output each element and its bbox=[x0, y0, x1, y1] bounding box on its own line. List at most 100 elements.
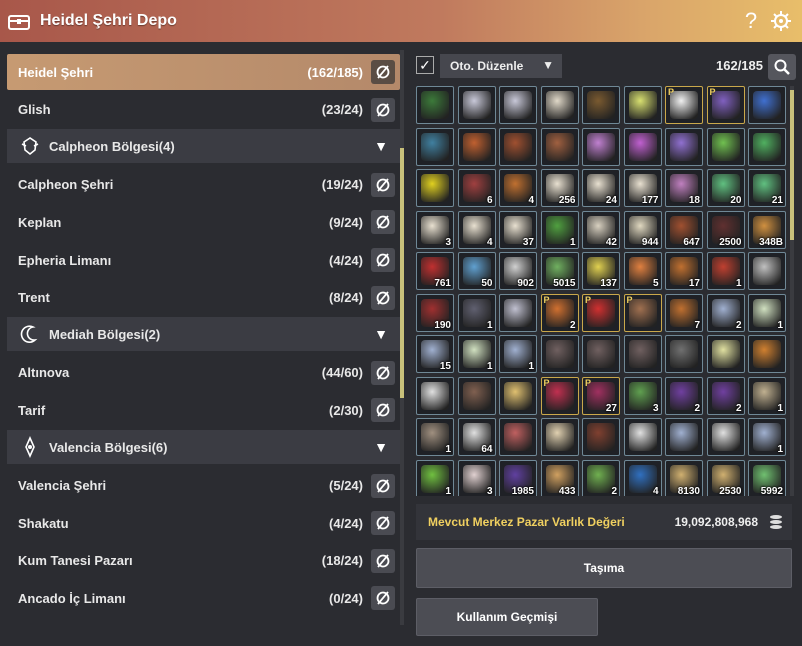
item-slot[interactable] bbox=[499, 376, 537, 415]
hide-toggle-button[interactable] bbox=[371, 473, 395, 498]
item-slot[interactable]: 2500 bbox=[706, 210, 745, 249]
item-slot[interactable]: 4 bbox=[623, 459, 662, 496]
item-slot[interactable]: 256 bbox=[540, 169, 579, 207]
item-slot[interactable]: 2 bbox=[706, 293, 745, 332]
item-slot[interactable] bbox=[540, 418, 579, 456]
item-slot[interactable] bbox=[748, 252, 786, 290]
item-slot[interactable]: 18 bbox=[665, 169, 703, 207]
item-slot[interactable]: 1 bbox=[416, 418, 454, 456]
item-slot[interactable]: 190 bbox=[416, 293, 454, 332]
location-item[interactable]: Kum Tanesi Pazarı (18/24) bbox=[7, 543, 400, 579]
location-item[interactable]: Shakatu (4/24) bbox=[7, 505, 400, 541]
item-slot[interactable] bbox=[623, 86, 662, 124]
hide-toggle-button[interactable] bbox=[371, 248, 395, 272]
item-slot[interactable]: 348B bbox=[748, 210, 786, 249]
hide-toggle-button[interactable] bbox=[371, 97, 395, 122]
item-slot[interactable]: 5015 bbox=[540, 252, 579, 290]
item-slot[interactable] bbox=[499, 293, 537, 332]
hide-toggle-button[interactable] bbox=[371, 60, 395, 84]
item-slot[interactable]: 3 bbox=[416, 210, 454, 249]
item-slot[interactable]: P bbox=[665, 86, 703, 124]
item-slot[interactable]: 24 bbox=[582, 169, 620, 207]
location-item[interactable]: Altınova (44/60) bbox=[7, 355, 400, 391]
item-slot[interactable]: 1 bbox=[748, 376, 786, 415]
collapse-arrow-icon[interactable]: ▼ bbox=[374, 138, 388, 154]
item-slot[interactable]: 2530 bbox=[706, 459, 745, 496]
item-slot[interactable]: 3 bbox=[457, 459, 496, 496]
item-slot[interactable] bbox=[623, 335, 662, 373]
item-slot[interactable]: 20 bbox=[706, 169, 745, 207]
item-slot[interactable]: 1 bbox=[748, 293, 786, 332]
item-slot[interactable]: P2 bbox=[540, 293, 579, 332]
location-item[interactable]: Glish (23/24) bbox=[7, 92, 400, 128]
item-slot[interactable] bbox=[748, 127, 786, 166]
item-slot[interactable]: 8130 bbox=[665, 459, 703, 496]
item-slot[interactable]: 137 bbox=[582, 252, 620, 290]
item-slot[interactable] bbox=[706, 418, 745, 456]
item-slot[interactable]: 1 bbox=[416, 459, 454, 496]
item-slot[interactable]: P 27 bbox=[582, 376, 620, 415]
item-slot[interactable]: 6 bbox=[457, 169, 496, 207]
item-slot[interactable] bbox=[582, 418, 620, 456]
hide-toggle-button[interactable] bbox=[371, 511, 395, 536]
item-slot[interactable] bbox=[582, 127, 620, 166]
item-slot[interactable] bbox=[499, 418, 537, 456]
item-slot[interactable]: 1 bbox=[499, 335, 537, 373]
hide-toggle-button[interactable] bbox=[371, 285, 395, 310]
item-slot[interactable] bbox=[457, 86, 496, 124]
item-slot[interactable]: 2 bbox=[582, 459, 620, 496]
item-slot[interactable] bbox=[457, 127, 496, 166]
location-item[interactable]: Ancado İç Limanı (0/24) bbox=[7, 580, 400, 616]
item-slot[interactable] bbox=[665, 418, 703, 456]
item-slot[interactable] bbox=[582, 335, 620, 373]
location-item[interactable]: Valencia Şehri (5/24) bbox=[7, 468, 400, 504]
item-slot[interactable] bbox=[540, 127, 579, 166]
collapse-arrow-icon[interactable]: ▼ bbox=[374, 326, 388, 342]
item-slot[interactable]: 433 bbox=[540, 459, 579, 496]
item-slot[interactable] bbox=[540, 335, 579, 373]
collapse-arrow-icon[interactable]: ▼ bbox=[374, 439, 388, 455]
item-slot[interactable]: 1 bbox=[540, 210, 579, 249]
item-slot[interactable] bbox=[457, 376, 496, 415]
item-slot[interactable] bbox=[416, 376, 454, 415]
location-item[interactable]: Keplan (9/24) bbox=[7, 204, 400, 240]
item-slot[interactable] bbox=[748, 335, 786, 373]
item-slot[interactable] bbox=[665, 335, 703, 373]
auto-sort-checkbox[interactable]: ✓ bbox=[416, 56, 434, 74]
item-slot[interactable]: 5 bbox=[623, 252, 662, 290]
hide-toggle-button[interactable] bbox=[371, 398, 395, 423]
location-item[interactable]: Heidel Şehri (162/185) bbox=[7, 54, 400, 90]
search-button[interactable] bbox=[768, 54, 796, 80]
item-slot[interactable]: 647 bbox=[665, 210, 703, 249]
location-list-scroll-thumb[interactable] bbox=[400, 148, 404, 398]
item-slot[interactable] bbox=[416, 127, 454, 166]
hide-toggle-button[interactable] bbox=[371, 548, 395, 573]
item-slot[interactable]: 1 bbox=[457, 293, 496, 332]
item-slot[interactable]: 2 bbox=[665, 376, 703, 415]
item-slot[interactable]: P bbox=[582, 293, 620, 332]
location-item[interactable]: Trent (8/24) bbox=[7, 280, 400, 316]
item-slot[interactable]: 1 bbox=[706, 252, 745, 290]
item-slot[interactable]: 1 bbox=[748, 418, 786, 456]
item-slot[interactable] bbox=[416, 169, 454, 207]
region-header[interactable]: Valencia Bölgesi(6) ▼ bbox=[7, 430, 400, 464]
item-slot[interactable]: 4 bbox=[457, 210, 496, 249]
item-slot[interactable]: 761 bbox=[416, 252, 454, 290]
auto-sort-dropdown[interactable]: Oto. Düzenle ▼ bbox=[440, 54, 562, 78]
item-slot[interactable] bbox=[499, 86, 537, 124]
item-slot[interactable]: 3 bbox=[623, 376, 662, 415]
item-slot[interactable]: 37 bbox=[499, 210, 537, 249]
hide-toggle-button[interactable] bbox=[371, 586, 395, 611]
item-slot[interactable] bbox=[499, 127, 537, 166]
hide-toggle-button[interactable] bbox=[371, 172, 395, 197]
region-header[interactable]: Mediah Bölgesi(2) ▼ bbox=[7, 317, 400, 352]
item-slot[interactable]: 50 bbox=[457, 252, 496, 290]
item-slot[interactable] bbox=[416, 86, 454, 124]
region-header[interactable]: Calpheon Bölgesi(4) ▼ bbox=[7, 129, 400, 164]
item-slot[interactable] bbox=[582, 86, 620, 124]
item-slot[interactable]: P bbox=[706, 86, 745, 124]
settings-gear-icon[interactable] bbox=[770, 10, 792, 32]
item-slot[interactable]: 1 bbox=[457, 335, 496, 373]
item-slot[interactable] bbox=[623, 127, 662, 166]
item-slot[interactable] bbox=[706, 335, 745, 373]
